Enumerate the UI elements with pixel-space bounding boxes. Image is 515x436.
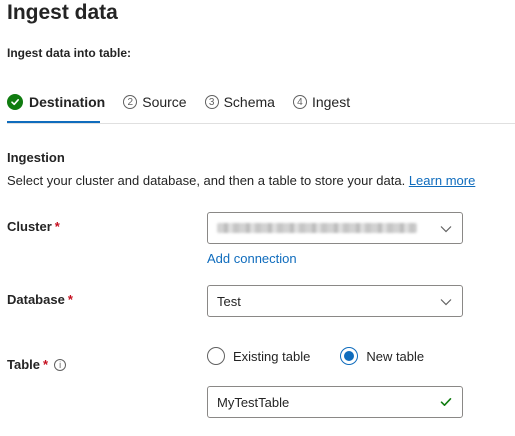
step-number-icon: 4 bbox=[292, 95, 307, 109]
radio-selected-icon bbox=[340, 347, 359, 365]
info-icon[interactable]: i bbox=[54, 359, 67, 371]
tab-label: Source bbox=[142, 94, 187, 110]
section-heading: Ingestion bbox=[7, 150, 65, 165]
tab-schema[interactable]: 3 Schema bbox=[204, 90, 275, 114]
description-text: Select your cluster and database, and th… bbox=[7, 173, 406, 188]
wizard-tabs: Destination 2 Source 3 Schema 4 Ingest bbox=[7, 90, 368, 114]
radio-circle-icon bbox=[207, 347, 225, 365]
cluster-select[interactable] bbox=[207, 212, 463, 244]
table-mode-radio-group: Existing table New table bbox=[207, 347, 454, 365]
existing-table-radio[interactable]: Existing table bbox=[207, 347, 310, 365]
cluster-value-obscured bbox=[217, 223, 417, 233]
database-label-text: Database bbox=[7, 292, 65, 307]
tab-source[interactable]: 2 Source bbox=[123, 90, 187, 114]
table-label: Table * i bbox=[7, 357, 67, 372]
step-number-icon: 2 bbox=[123, 95, 138, 109]
table-name-input[interactable]: MyTestTable bbox=[207, 386, 463, 418]
required-marker: * bbox=[67, 292, 73, 307]
chevron-down-icon bbox=[440, 294, 452, 309]
chevron-down-icon bbox=[440, 221, 452, 236]
add-connection-link[interactable]: Add connection bbox=[207, 251, 297, 266]
step-number-icon: 3 bbox=[204, 95, 219, 109]
tabs-divider bbox=[7, 123, 515, 124]
database-value: Test bbox=[217, 293, 241, 309]
valid-check-icon bbox=[440, 395, 452, 410]
cluster-label-text: Cluster bbox=[7, 219, 52, 234]
required-marker: * bbox=[43, 357, 49, 372]
tab-ingest[interactable]: 4 Ingest bbox=[292, 90, 351, 114]
tab-label: Schema bbox=[223, 94, 275, 110]
section-description: Select your cluster and database, and th… bbox=[7, 173, 475, 188]
cluster-label: Cluster * bbox=[7, 219, 60, 234]
table-name-value: MyTestTable bbox=[217, 394, 290, 410]
checkmark-icon bbox=[7, 94, 23, 110]
tab-label: Ingest bbox=[311, 94, 351, 110]
radio-label: Existing table bbox=[233, 348, 311, 364]
new-table-radio[interactable]: New table bbox=[340, 347, 424, 365]
page-title: Ingest data bbox=[7, 1, 118, 24]
database-select[interactable]: Test bbox=[207, 285, 463, 317]
tab-label: Destination bbox=[29, 94, 106, 110]
required-marker: * bbox=[54, 219, 60, 234]
database-label: Database * bbox=[7, 292, 73, 307]
radio-label: New table bbox=[366, 348, 425, 364]
table-label-text: Table bbox=[7, 357, 40, 372]
learn-more-link[interactable]: Learn more bbox=[409, 173, 475, 188]
page-subtitle: Ingest data into table: bbox=[7, 46, 132, 60]
tab-destination[interactable]: Destination bbox=[7, 90, 105, 114]
